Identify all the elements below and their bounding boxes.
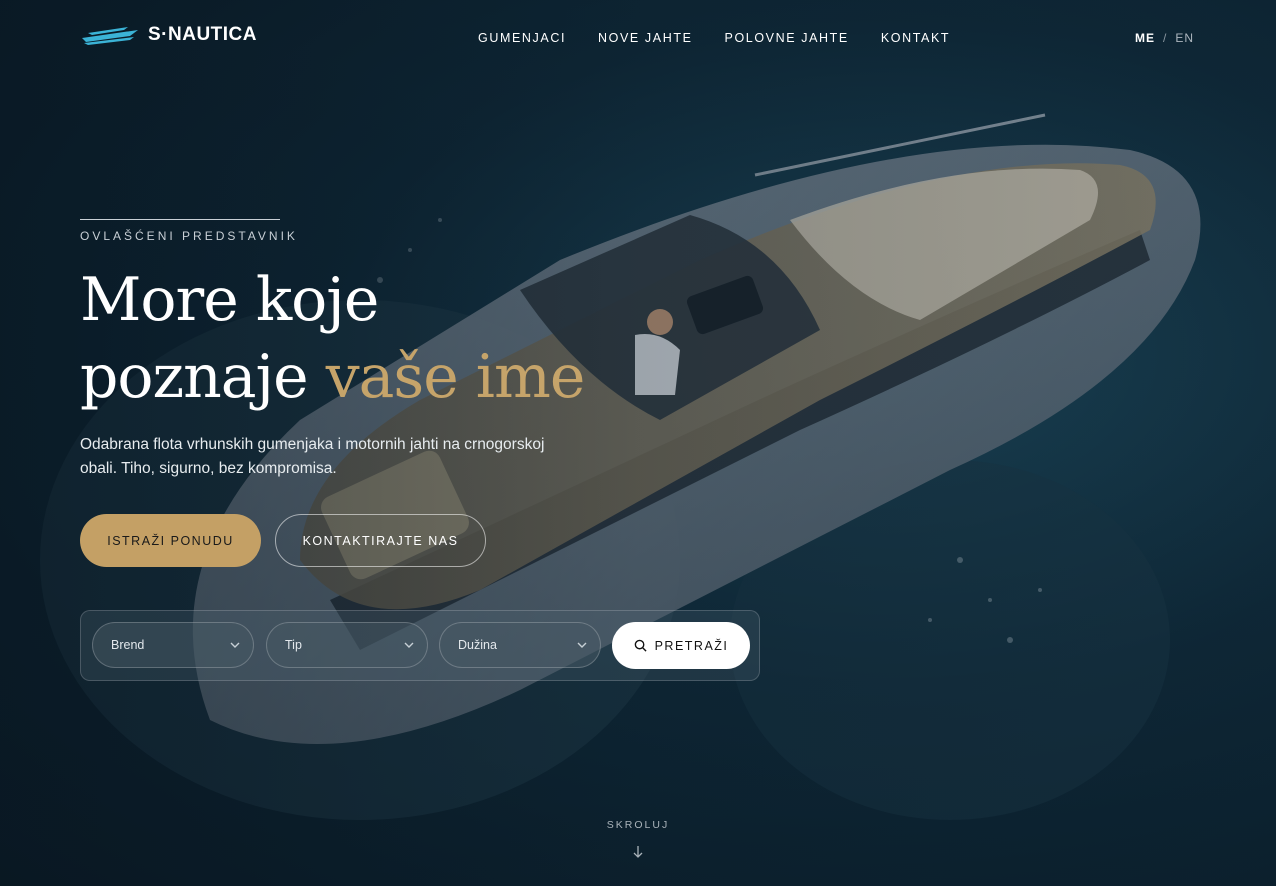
contact-us-button[interactable]: KONTAKTIRAJTE NAS <box>275 514 486 567</box>
nav-link-gumenjaci[interactable]: GUMENJACI <box>478 31 566 45</box>
type-select-label: Tip <box>285 638 302 652</box>
explore-offer-button[interactable]: ISTRAŽI PONUDU <box>80 514 261 567</box>
search-icon <box>634 639 647 652</box>
scroll-hint-label: SKROLUJ <box>606 819 670 831</box>
boat-logo-icon <box>82 27 138 45</box>
chevron-down-icon <box>577 642 587 648</box>
nav-link-nove-jahte[interactable]: NOVE JAHTE <box>598 31 693 45</box>
chevron-down-icon <box>230 642 240 648</box>
brand-select[interactable]: Brend <box>92 622 254 668</box>
search-button-label: PRETRAŽI <box>654 638 729 653</box>
headline-line-2: poznaje <box>80 342 326 412</box>
length-select-label: Dužina <box>458 638 497 652</box>
lang-separator: / <box>1163 31 1168 45</box>
length-select[interactable]: Dužina <box>439 622 601 668</box>
brand-select-label: Brend <box>111 638 145 652</box>
arrow-down-icon[interactable] <box>632 844 644 860</box>
language-switcher: ME / EN <box>1135 31 1194 45</box>
main-menu: GUMENJACI NOVE JAHTE POLOVNE JAHTE KONTA… <box>478 31 950 45</box>
lang-en[interactable]: EN <box>1175 31 1194 45</box>
type-select[interactable]: Tip <box>266 622 428 668</box>
hero-section: S·NAUTICA GUMENJACI NOVE JAHTE POLOVNE J… <box>0 0 1276 886</box>
headline-line-1: More koje <box>80 265 379 335</box>
eyebrow-divider <box>80 219 280 220</box>
lang-me[interactable]: ME <box>1135 31 1155 45</box>
eyebrow-text: OVLAŠĆENI PREDSTAVNIK <box>80 229 298 243</box>
search-button[interactable]: PRETRAŽI <box>612 622 750 669</box>
nav-link-kontakt[interactable]: KONTAKT <box>881 31 950 45</box>
search-bar: Brend Tip Dužina PRETRAŽI <box>80 610 760 681</box>
logo-wordmark: S·NAUTICA <box>148 24 257 45</box>
hero-headline: More koje poznaje vaše ime <box>80 262 586 416</box>
chevron-down-icon <box>404 642 414 648</box>
top-navigation: S·NAUTICA GUMENJACI NOVE JAHTE POLOVNE J… <box>0 0 1276 76</box>
headline-accent: vaše ime <box>325 342 586 412</box>
hero-description: Odabrana flota vrhunskih gumenjaka i mot… <box>80 436 545 477</box>
nav-link-polovne-jahte[interactable]: POLOVNE JAHTE <box>725 31 849 45</box>
logo[interactable]: S·NAUTICA <box>80 24 257 46</box>
